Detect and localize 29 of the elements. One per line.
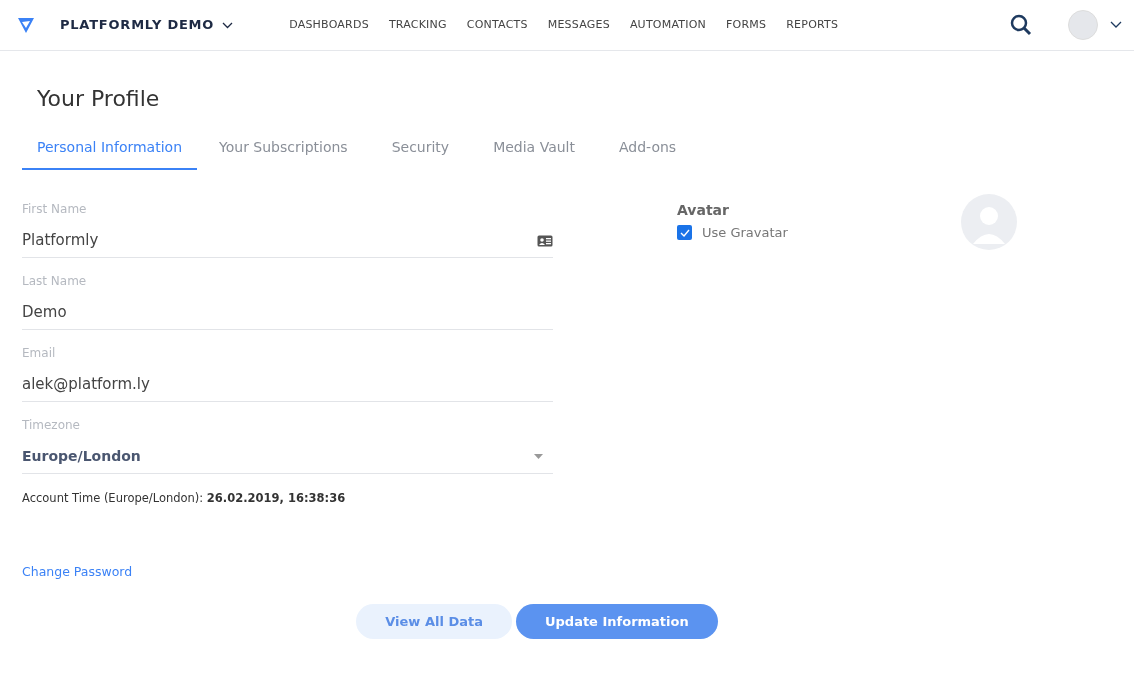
change-password-link[interactable]: Change Password bbox=[22, 563, 133, 582]
field-label: Last Name bbox=[22, 273, 88, 290]
field-label: Timezone bbox=[22, 417, 81, 434]
account-time: Account Time (Europe/London): 26.02.2019, 16:38:36 bbox=[22, 490, 347, 507]
dropdown-caret-icon bbox=[534, 454, 543, 459]
input-field[interactable]: Demo bbox=[22, 296, 553, 330]
checkbox-label: Use Gravatar bbox=[702, 224, 788, 242]
nav-link[interactable]: CONTACTS bbox=[466, 16, 528, 34]
field-label: First Name bbox=[22, 201, 88, 218]
nav-link[interactable]: DASHBOARDS bbox=[289, 16, 369, 34]
chevron-down-icon[interactable] bbox=[1110, 21, 1122, 29]
input-field[interactable]: alek@platform.ly bbox=[22, 368, 553, 402]
input-field[interactable]: Platformly bbox=[22, 224, 553, 258]
id-card-icon bbox=[537, 234, 553, 247]
nav-link[interactable]: MESSAGES bbox=[547, 16, 610, 34]
timezone-select[interactable]: Europe/London bbox=[22, 440, 553, 474]
chevron-down-icon bbox=[222, 21, 234, 29]
profile-tab[interactable]: Personal Information bbox=[22, 137, 197, 170]
search-icon[interactable] bbox=[1010, 14, 1032, 36]
workspace-menu[interactable]: PLATFORMLY DEMO bbox=[60, 15, 234, 35]
avatar-heading: Avatar bbox=[677, 201, 730, 220]
nav-link[interactable]: REPORTS bbox=[786, 16, 839, 34]
gravatar-checkbox[interactable] bbox=[677, 225, 692, 241]
field-label: Email bbox=[22, 345, 57, 362]
nav-link[interactable]: FORMS bbox=[726, 16, 767, 34]
page-title: Your Profile bbox=[37, 85, 161, 113]
logo-icon[interactable] bbox=[16, 16, 36, 34]
nav-link[interactable]: AUTOMATION bbox=[629, 16, 707, 34]
nav-link[interactable]: TRACKING bbox=[388, 16, 447, 34]
